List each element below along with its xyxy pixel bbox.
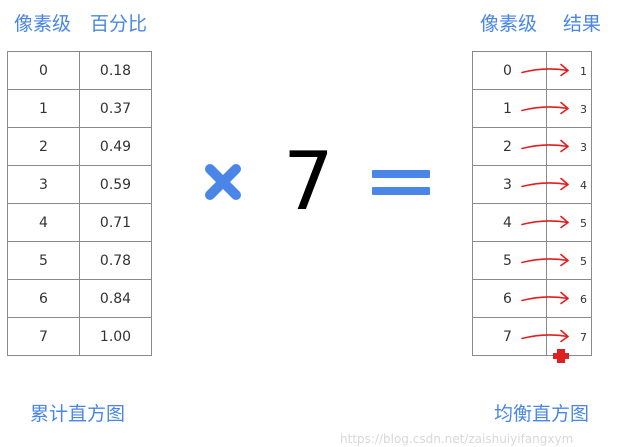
equalized-histogram-caption: 均衡直方图	[494, 403, 590, 425]
mapping-arrow	[521, 144, 569, 150]
mapping-arrow	[521, 106, 569, 112]
watermark: https://blog.csdn.net/zaishuiyifangxym	[340, 432, 574, 446]
mapping-arrow	[521, 182, 569, 188]
mapping-arrow	[521, 68, 569, 74]
mapping-arrow	[521, 220, 569, 226]
cursor-cross-icon	[553, 349, 569, 363]
mapping-arrows	[521, 63, 569, 363]
mapping-arrow	[521, 296, 569, 302]
mapping-arrow	[521, 258, 569, 264]
mapping-arrow	[521, 334, 569, 340]
cumulative-histogram-caption: 累计直方图	[30, 403, 126, 425]
